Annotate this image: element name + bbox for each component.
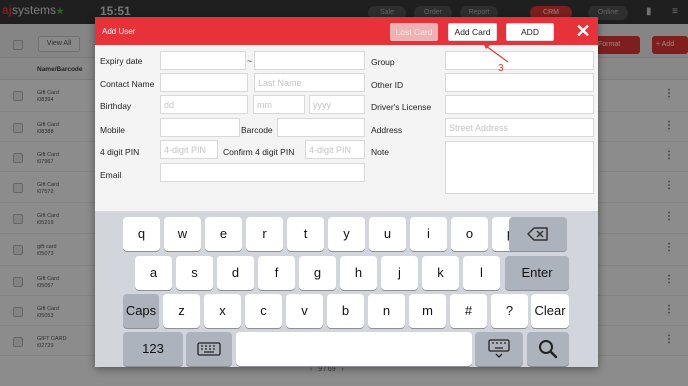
key-o[interactable]: o — [451, 217, 488, 251]
email-label: Email — [100, 170, 122, 180]
expiry-end-field[interactable] — [254, 51, 365, 70]
key-g[interactable]: g — [299, 256, 336, 290]
drivers-license-label: Driver's License — [371, 102, 432, 112]
search-icon — [539, 340, 558, 359]
key-n[interactable]: n — [368, 294, 405, 328]
key-l[interactable]: l — [463, 256, 500, 290]
clear-key[interactable]: Clear — [531, 294, 569, 328]
birthday-label: Birthday — [100, 101, 132, 111]
other-id-label: Other ID — [371, 80, 404, 90]
key-t[interactable]: t — [287, 217, 324, 251]
group-label: Group — [371, 57, 395, 67]
birthday-day-field[interactable] — [160, 95, 248, 114]
key-s[interactable]: s — [176, 256, 213, 290]
keyboard-icon — [197, 342, 221, 356]
key-k[interactable]: k — [422, 256, 459, 290]
barcode-label: Barcode — [241, 125, 273, 135]
key-question[interactable]: ? — [491, 294, 528, 328]
first-name-field[interactable] — [160, 73, 248, 92]
key-h[interactable]: h — [340, 256, 377, 290]
keyboard-layout-key[interactable] — [186, 332, 232, 366]
mobile-field[interactable] — [160, 118, 240, 137]
dialog-header: Add User Lost Card Add Card ADD ✕ — [95, 17, 598, 45]
key-q[interactable]: q — [123, 217, 160, 251]
dialog-title: Add User — [102, 27, 136, 36]
group-field[interactable] — [445, 51, 594, 70]
key-b[interactable]: b — [327, 294, 364, 328]
birthday-month-field[interactable] — [253, 95, 305, 114]
key-v[interactable]: v — [286, 294, 323, 328]
expiry-start-field[interactable] — [160, 51, 246, 70]
other-id-field[interactable] — [445, 73, 594, 92]
pin-label: 4 digit PIN — [100, 147, 140, 157]
barcode-field[interactable] — [277, 118, 365, 137]
key-i[interactable]: i — [410, 217, 447, 251]
key-hash[interactable]: # — [450, 294, 487, 328]
keyboard-hide-icon — [488, 339, 510, 358]
annotation-number: 3 — [498, 63, 504, 74]
note-field[interactable] — [445, 141, 594, 194]
key-a[interactable]: a — [135, 256, 172, 290]
key-y[interactable]: y — [328, 217, 365, 251]
key-c[interactable]: c — [245, 294, 282, 328]
add-user-submit-button[interactable]: ADD — [506, 23, 554, 41]
caps-key[interactable]: Caps — [123, 294, 159, 328]
address-label: Address — [371, 125, 403, 135]
birthday-year-field[interactable] — [309, 95, 365, 114]
key-m[interactable]: m — [409, 294, 446, 328]
backspace-icon — [527, 227, 548, 241]
key-x[interactable]: x — [204, 294, 241, 328]
add-user-dialog: Add User Lost Card Add Card ADD ✕ Expiry… — [95, 17, 598, 367]
confirm-pin-field[interactable] — [305, 140, 365, 159]
lost-card-button[interactable]: Lost Card — [390, 23, 438, 41]
drivers-license-field[interactable] — [445, 95, 594, 114]
pin-field[interactable] — [160, 140, 218, 159]
key-z[interactable]: z — [163, 294, 200, 328]
on-screen-keyboard: qwertyuiop asdfghjkl Enter Caps zxcvbnm#… — [95, 211, 598, 367]
key-j[interactable]: j — [381, 256, 418, 290]
key-r[interactable]: r — [246, 217, 283, 251]
search-key[interactable] — [527, 332, 569, 366]
key-e[interactable]: e — [205, 217, 242, 251]
tilde-separator: ~ — [247, 56, 253, 66]
enter-key[interactable]: Enter — [505, 256, 569, 290]
key-f[interactable]: f — [258, 256, 295, 290]
add-card-button[interactable]: Add Card — [448, 23, 497, 41]
expiry-date-label: Expiry date — [100, 56, 143, 66]
confirm-pin-label: Confirm 4 digit PIN — [223, 147, 295, 157]
contact-name-label: Contact Name — [100, 79, 155, 89]
key-u[interactable]: u — [369, 217, 406, 251]
close-icon[interactable]: ✕ — [573, 21, 593, 41]
space-key[interactable] — [236, 332, 472, 366]
mobile-label: Mobile — [100, 125, 126, 135]
last-name-field[interactable] — [254, 73, 365, 92]
numbers-key[interactable]: 123 — [123, 332, 183, 366]
backspace-key[interactable] — [509, 217, 567, 251]
note-label: Note — [371, 147, 389, 157]
address-field[interactable] — [445, 118, 594, 137]
key-w[interactable]: w — [164, 217, 201, 251]
key-d[interactable]: d — [217, 256, 254, 290]
email-field[interactable] — [160, 163, 365, 182]
hide-keyboard-key[interactable] — [475, 332, 523, 366]
